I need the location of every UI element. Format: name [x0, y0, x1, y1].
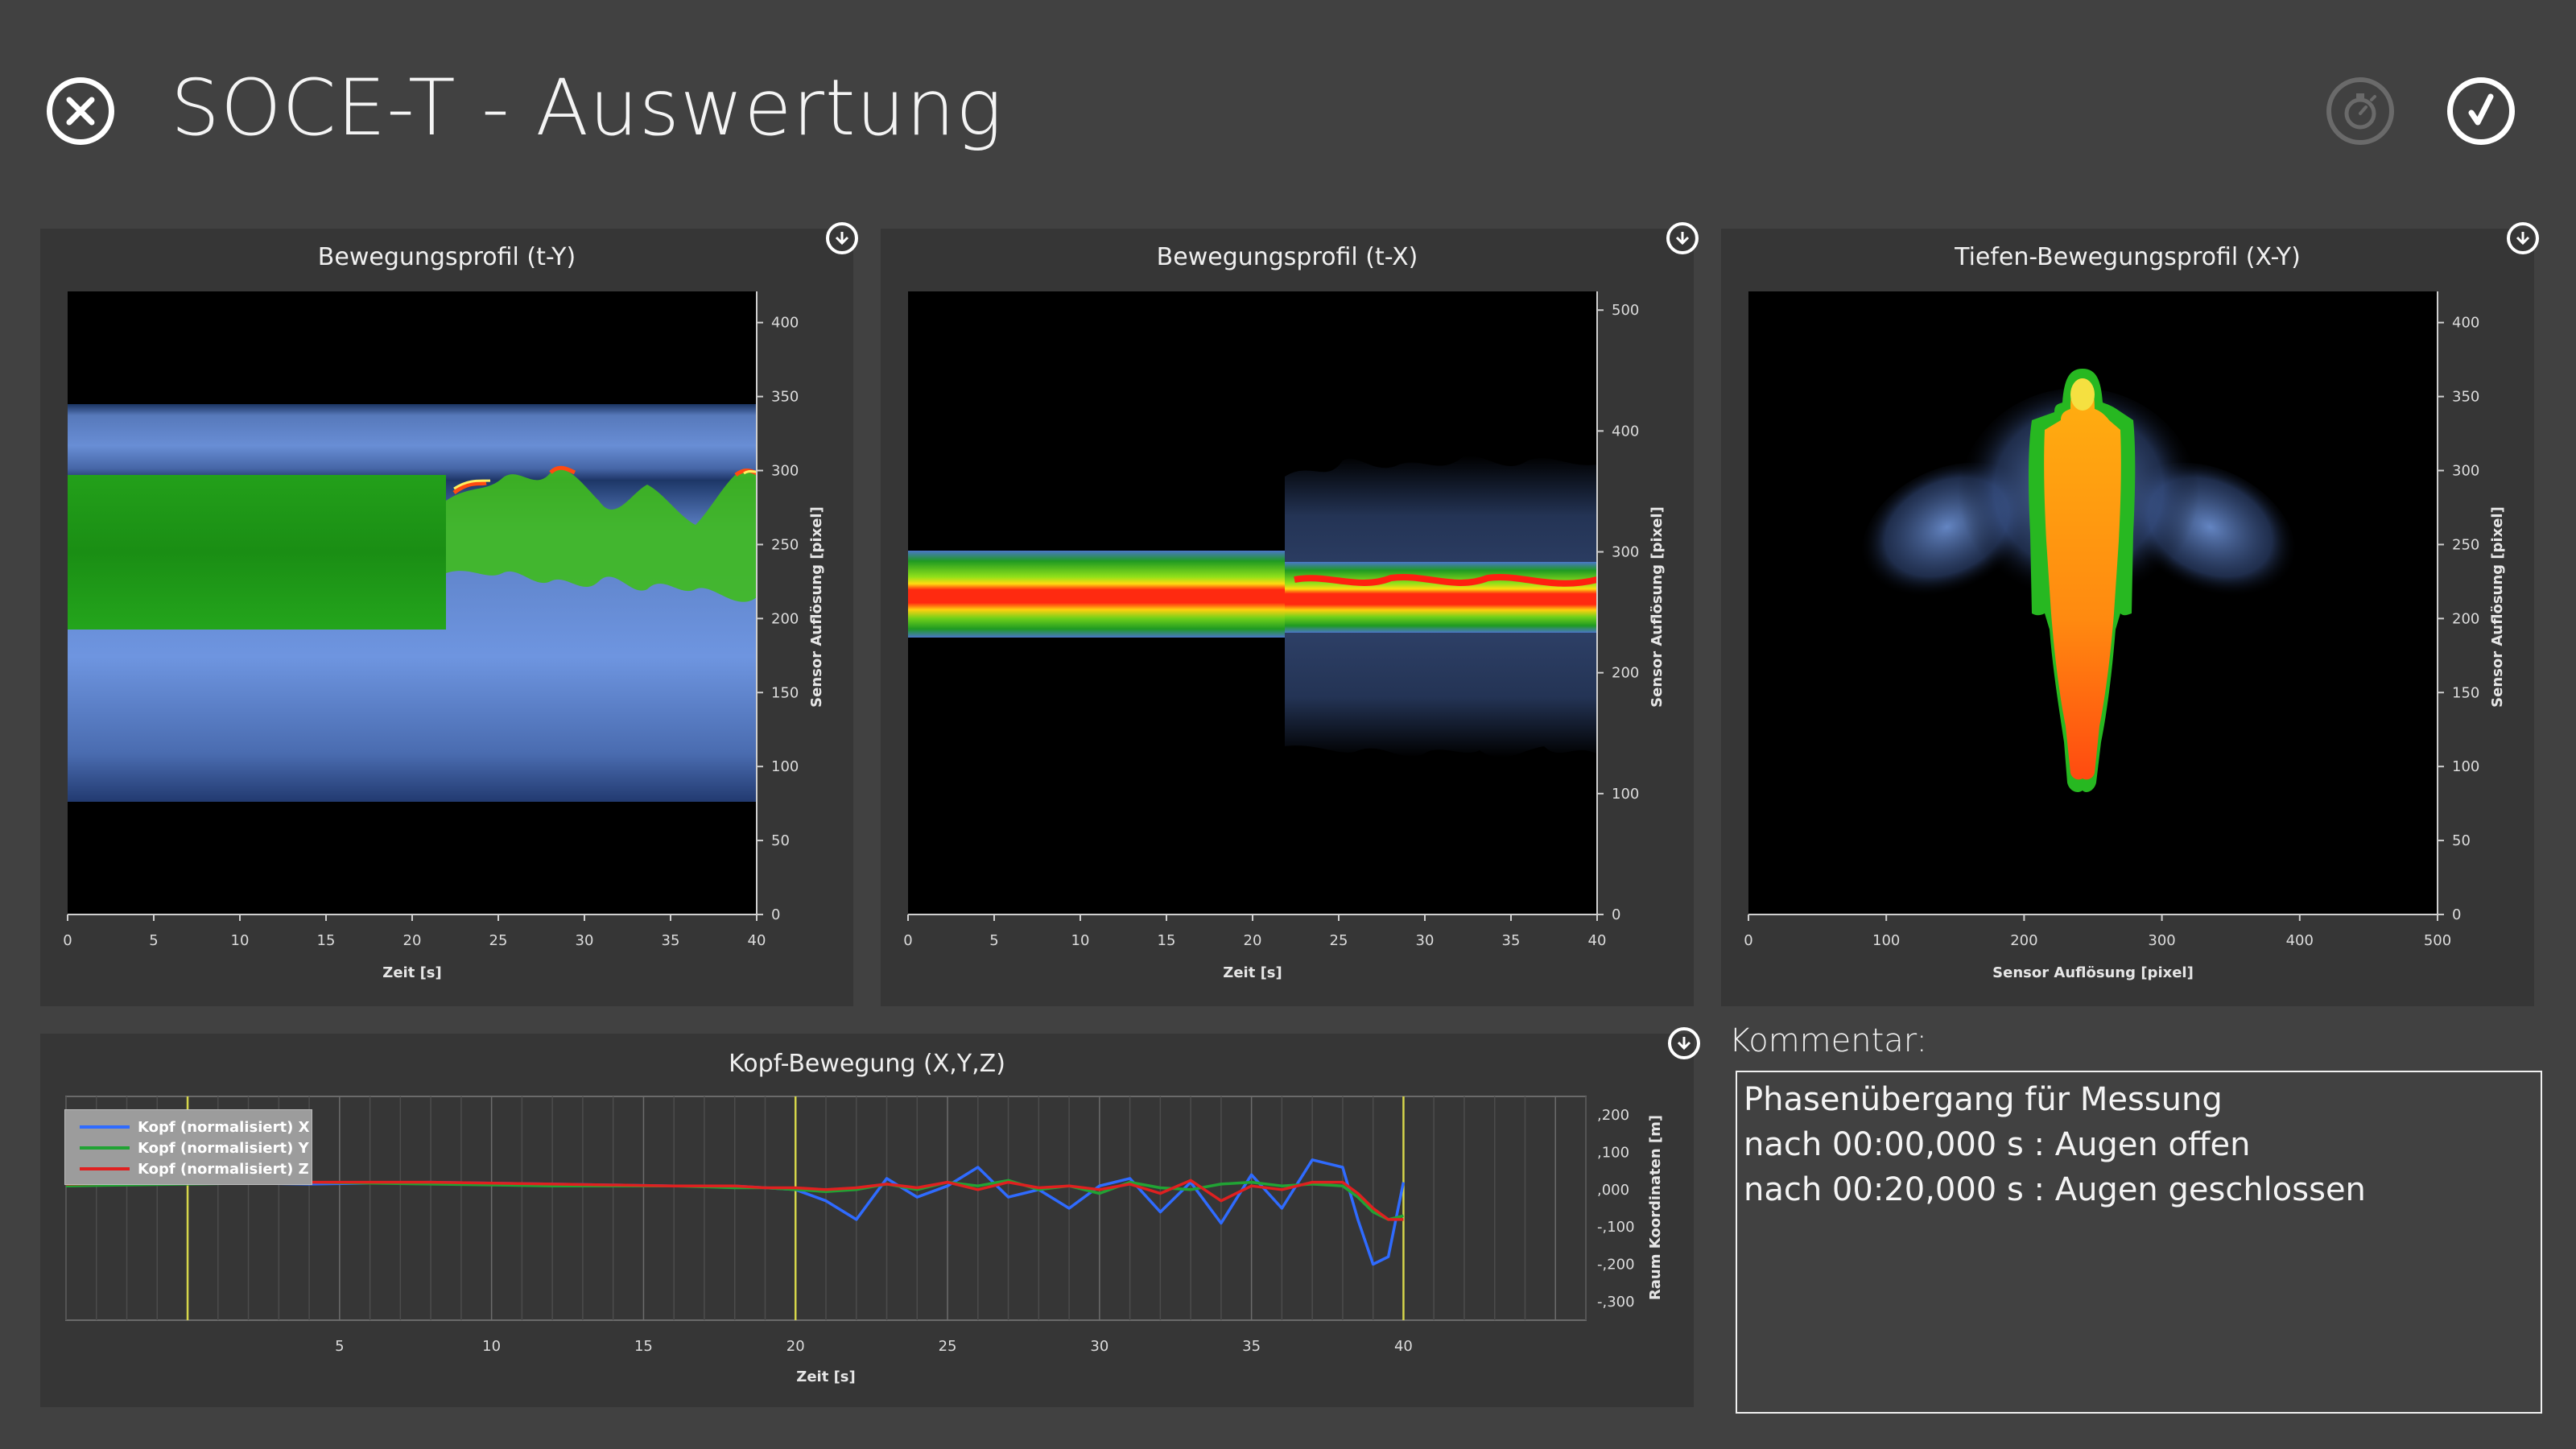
legend-label: Kopf (normalisiert) X [138, 1118, 310, 1136]
legend-swatch-z [80, 1167, 130, 1170]
comment-textarea[interactable]: Phasenübergang für Messung nach 00:00,00… [1736, 1071, 2542, 1414]
comment-line: nach 00:00,000 s : Augen offen [1744, 1126, 2251, 1163]
y-tick-label: -,100 [1597, 1219, 1635, 1236]
x-axis-title: Zeit [s] [796, 1368, 855, 1385]
legend-item-z: Kopf (normalisiert) Z [80, 1158, 309, 1179]
y-tick-label: -,200 [1597, 1257, 1635, 1274]
legend-label: Kopf (normalisiert) Z [138, 1160, 309, 1178]
x-tick-label: 5 [335, 1338, 344, 1355]
chart-legend: Kopf (normalisiert) X Kopf (normalisiert… [64, 1109, 312, 1185]
legend-item-y: Kopf (normalisiert) Y [80, 1137, 309, 1158]
x-tick-label: 20 [786, 1338, 805, 1355]
y-axis-title: Raum Koordinaten [m] [1647, 1115, 1664, 1300]
legend-item-x: Kopf (normalisiert) X [80, 1117, 309, 1137]
x-tick-label: 40 [1394, 1338, 1413, 1355]
x-tick-label: 30 [1090, 1338, 1108, 1355]
y-tick-label: ,100 [1597, 1145, 1629, 1162]
x-tick-label: 15 [634, 1338, 653, 1355]
x-tick-label: 25 [939, 1338, 957, 1355]
legend-swatch-x [80, 1125, 130, 1129]
y-tick-label: -,300 [1597, 1294, 1635, 1311]
y-tick-label: ,000 [1597, 1182, 1629, 1199]
comment-line: nach 00:20,000 s : Augen geschlossen [1744, 1171, 2366, 1208]
legend-swatch-y [80, 1146, 130, 1150]
comment-label: Kommentar: [1729, 1022, 1928, 1059]
y-tick-label: ,200 [1597, 1107, 1629, 1124]
legend-label: Kopf (normalisiert) Y [138, 1139, 309, 1157]
x-tick-label: 10 [482, 1338, 501, 1355]
comment-line: Phasenübergang für Messung [1744, 1081, 2223, 1118]
x-tick-label: 35 [1242, 1338, 1261, 1355]
